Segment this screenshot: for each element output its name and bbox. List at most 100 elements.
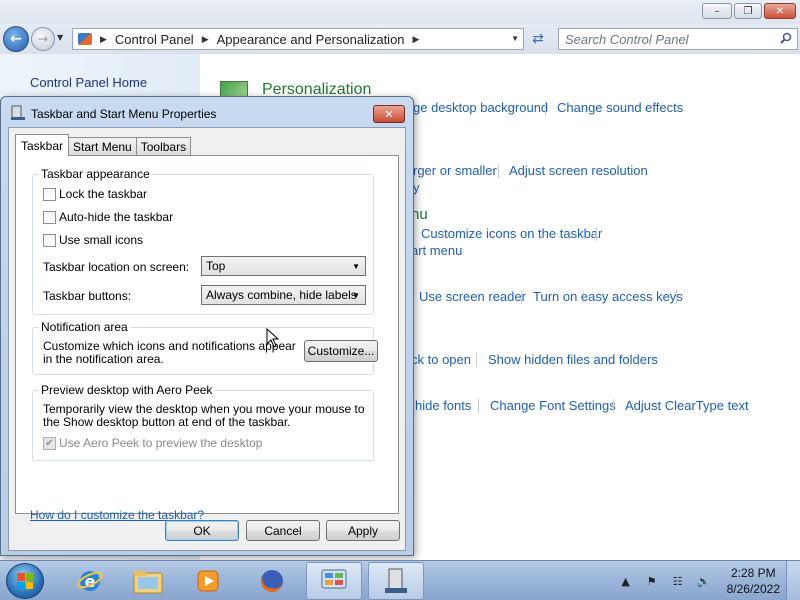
link-change-font-settings[interactable]: Change Font Settings xyxy=(490,398,616,413)
control-panel-home-link[interactable]: Control Panel Home xyxy=(30,75,147,90)
recent-pages-dropdown[interactable]: ▼ xyxy=(57,33,63,42)
taskbar-firefox[interactable] xyxy=(244,562,300,600)
show-hidden-icons-chevron-icon[interactable]: ▲ xyxy=(618,574,634,588)
link-separator xyxy=(596,227,597,241)
tab-strip: Taskbar Start Menu Toolbars xyxy=(15,134,192,156)
taskbar-properties-icon xyxy=(11,105,25,120)
taskbar-properties-window[interactable] xyxy=(368,562,424,600)
tab-start-menu[interactable]: Start Menu xyxy=(68,137,137,156)
link-separator xyxy=(498,164,499,178)
autohide-taskbar-label[interactable]: Auto-hide the taskbar xyxy=(59,210,173,224)
taskbar-media-player[interactable] xyxy=(180,562,236,600)
close-icon: ✕ xyxy=(384,107,394,121)
clock-date: 8/26/2022 xyxy=(726,582,780,596)
link-use-screen-reader[interactable]: Use screen reader xyxy=(419,289,526,304)
minimize-button[interactable]: – xyxy=(702,3,732,19)
ok-button[interactable]: OK xyxy=(165,520,239,541)
taskbar-buttons-label: Taskbar buttons: xyxy=(43,289,132,303)
cancel-button[interactable]: Cancel xyxy=(246,520,320,541)
aero-peek-group: Preview desktop with Aero Peek Temporari… xyxy=(32,383,374,461)
chevron-right-icon[interactable]: ▶ xyxy=(202,34,209,45)
mouse-cursor-icon xyxy=(266,328,280,348)
clock-time: 2:28 PM xyxy=(730,566,776,580)
address-row: ← → ▼ ▶ Control Panel ▶ Appearance and P… xyxy=(0,24,800,54)
link-separator xyxy=(478,399,479,413)
aero-peek-checkbox-label: Use Aero Peek to preview the desktop xyxy=(59,436,263,450)
link-make-text-larger[interactable]: rger or smaller xyxy=(413,163,497,178)
taskbar-windows-explorer[interactable] xyxy=(120,562,176,600)
close-button[interactable]: ✕ xyxy=(764,3,796,19)
clock[interactable]: 2:28 PM 8/26/2022 xyxy=(727,565,780,597)
address-bar[interactable]: ▶ Control Panel ▶ Appearance and Persona… xyxy=(72,28,524,50)
control-panel-icon xyxy=(321,569,347,589)
aero-peek-description: Temporarily view the desktop when you mo… xyxy=(43,402,365,429)
lock-taskbar-checkbox[interactable]: Lock the taskbar xyxy=(43,187,147,201)
back-button[interactable]: ← xyxy=(3,26,29,52)
chevron-right-icon[interactable]: ▶ xyxy=(100,34,107,45)
link-click-to-open[interactable]: ck to open xyxy=(411,352,471,367)
link-separator xyxy=(676,290,677,304)
taskbar-location-select[interactable]: Top ▼ xyxy=(201,256,366,276)
breadcrumb-appearance[interactable]: Appearance and Personalization xyxy=(217,32,405,47)
apply-button[interactable]: Apply xyxy=(326,520,400,541)
link-show-hidden-files[interactable]: Show hidden files and folders xyxy=(488,352,658,367)
search-placeholder: Search Control Panel xyxy=(565,31,689,47)
dialog-body: Taskbar Start Menu Toolbars Taskbar appe… xyxy=(8,127,406,551)
tab-taskbar[interactable]: Taskbar xyxy=(15,134,70,156)
control-panel-icon xyxy=(78,33,92,45)
taskbar-location-label: Taskbar location on screen: xyxy=(43,260,190,274)
firefox-icon xyxy=(261,570,283,592)
refresh-icon: ⇄ xyxy=(532,31,544,47)
dialog-title: Taskbar and Start Menu Properties xyxy=(31,107,217,121)
forward-arrow-icon: → xyxy=(37,32,49,46)
link-change-desktop-background[interactable]: ge desktop background xyxy=(413,100,548,115)
taskbar-internet-explorer[interactable]: e xyxy=(62,562,118,600)
link-adjust-cleartype[interactable]: Adjust ClearType text xyxy=(625,398,749,413)
dialog-close-button[interactable]: ✕ xyxy=(373,105,405,123)
title-bar: – ❐ ✕ xyxy=(0,0,800,24)
windows-logo-icon xyxy=(17,573,33,589)
checkmark-icon: ✔ xyxy=(43,436,56,450)
checkbox-box[interactable] xyxy=(43,233,56,247)
taskbar-buttons-select[interactable]: Always combine, hide labels ▼ xyxy=(201,285,366,305)
link-hide-fonts[interactable]: hide fonts xyxy=(415,398,471,413)
forward-button[interactable]: → xyxy=(31,27,55,51)
link-separator xyxy=(613,399,614,413)
link-separator xyxy=(521,290,522,304)
checkbox-box[interactable] xyxy=(43,210,56,224)
breadcrumb-control-panel[interactable]: Control Panel xyxy=(115,32,194,47)
aero-peek-checkbox: ✔ Use Aero Peek to preview the desktop xyxy=(43,436,262,450)
volume-icon[interactable]: 🔊 xyxy=(696,574,712,588)
show-desktop-button[interactable] xyxy=(786,561,800,600)
back-arrow-icon: ← xyxy=(10,31,22,47)
search-input[interactable]: Search Control Panel xyxy=(558,28,798,50)
link-easy-access-keys[interactable]: Turn on easy access keys xyxy=(533,289,683,304)
action-center-flag-icon[interactable]: ⚑ xyxy=(644,574,660,588)
link-change-sound-effects[interactable]: Change sound effects xyxy=(557,100,683,115)
network-icon[interactable]: ☷ xyxy=(670,574,686,588)
internet-explorer-icon: e xyxy=(77,571,103,591)
address-dropdown-icon[interactable]: ▼ xyxy=(511,34,519,43)
start-button[interactable] xyxy=(6,563,44,599)
taskbar-buttons-value: Always combine, hide labels xyxy=(206,288,357,302)
chevron-right-icon[interactable]: ▶ xyxy=(413,34,420,45)
taskbar-appearance-group: Taskbar appearance Lock the taskbar Auto… xyxy=(32,167,374,315)
refresh-button[interactable]: ⇄ xyxy=(528,29,548,49)
taskbar-control-panel[interactable] xyxy=(306,562,362,600)
windows-explorer-icon xyxy=(133,571,163,594)
checkbox-box[interactable] xyxy=(43,187,56,201)
small-icons-checkbox[interactable]: Use small icons xyxy=(43,233,143,247)
lock-taskbar-label[interactable]: Lock the taskbar xyxy=(59,187,147,201)
search-icon[interactable] xyxy=(780,32,792,44)
autohide-taskbar-checkbox[interactable]: Auto-hide the taskbar xyxy=(43,210,173,224)
aero-peek-label: Preview desktop with Aero Peek xyxy=(39,383,215,397)
link-start-menu-fragment[interactable]: art menu xyxy=(411,243,462,258)
small-icons-label[interactable]: Use small icons xyxy=(59,233,143,247)
maximize-button[interactable]: ❐ xyxy=(734,3,762,19)
chevron-down-icon: ▼ xyxy=(352,262,360,271)
notification-area-label: Notification area xyxy=(39,320,130,334)
link-customize-taskbar-icons[interactable]: Customize icons on the taskbar xyxy=(421,226,602,241)
tab-toolbars[interactable]: Toolbars xyxy=(135,137,192,156)
customize-button[interactable]: Customize... xyxy=(304,340,378,362)
link-adjust-screen-resolution[interactable]: Adjust screen resolution xyxy=(509,163,648,178)
